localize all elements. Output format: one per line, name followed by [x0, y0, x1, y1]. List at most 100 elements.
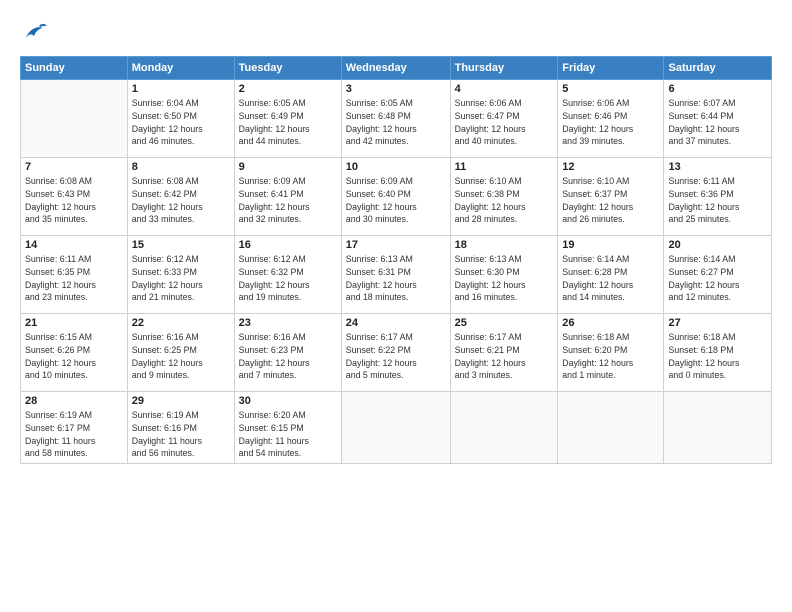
- col-header-thursday: Thursday: [450, 57, 558, 80]
- day-number: 23: [239, 317, 337, 329]
- calendar-cell: 26 Sunrise: 6:18 AM Sunset: 6:20 PM Dayli…: [558, 314, 664, 392]
- calendar-cell: 23 Sunrise: 6:16 AM Sunset: 6:23 PM Dayli…: [234, 314, 341, 392]
- calendar-cell: 20Sunrise: 6:14 AM Sunset: 6:27 PM Dayli…: [664, 236, 772, 314]
- col-header-sunday: Sunday: [21, 57, 128, 80]
- calendar-cell: 17Sunrise: 6:13 AM Sunset: 6:31 PM Dayli…: [341, 236, 450, 314]
- calendar-cell: 9 Sunrise: 6:09 AM Sunset: 6:41 PM Daylig…: [234, 158, 341, 236]
- day-info: Sunrise: 6:18 AM Sunset: 6:20 PM Dayligh…: [562, 331, 659, 382]
- calendar-cell: 15 Sunrise: 6:12 AM Sunset: 6:33 PM Dayli…: [127, 236, 234, 314]
- day-info: Sunrise: 6:05 AM Sunset: 6:49 PM Dayligh…: [239, 97, 337, 148]
- calendar-cell: 8Sunrise: 6:08 AM Sunset: 6:42 PM Daylig…: [127, 158, 234, 236]
- calendar-cell: 27 Sunrise: 6:18 AM Sunset: 6:18 PM Dayli…: [664, 314, 772, 392]
- day-number: 4: [455, 83, 554, 95]
- day-info: Sunrise: 6:06 AM Sunset: 6:47 PM Dayligh…: [455, 97, 554, 148]
- day-info: Sunrise: 6:13 AM Sunset: 6:30 PM Dayligh…: [455, 253, 554, 304]
- day-number: 21: [25, 317, 123, 329]
- day-info: Sunrise: 6:15 AM Sunset: 6:26 PM Dayligh…: [25, 331, 123, 382]
- calendar-week-row: 14 Sunrise: 6:11 AM Sunset: 6:35 PM Dayli…: [21, 236, 772, 314]
- day-number: 15: [132, 239, 230, 251]
- day-info: Sunrise: 6:11 AM Sunset: 6:35 PM Dayligh…: [25, 253, 123, 304]
- day-info: Sunrise: 6:10 AM Sunset: 6:38 PM Dayligh…: [455, 175, 554, 226]
- day-number: 12: [562, 161, 659, 173]
- day-info: Sunrise: 6:17 AM Sunset: 6:22 PM Dayligh…: [346, 331, 446, 382]
- day-number: 22: [132, 317, 230, 329]
- day-number: 14: [25, 239, 123, 251]
- calendar-cell: 7 Sunrise: 6:08 AM Sunset: 6:43 PM Daylig…: [21, 158, 128, 236]
- day-number: 19: [562, 239, 659, 251]
- calendar-cell: [558, 392, 664, 464]
- calendar-cell: 3 Sunrise: 6:05 AM Sunset: 6:48 PM Daylig…: [341, 80, 450, 158]
- calendar-week-row: 7 Sunrise: 6:08 AM Sunset: 6:43 PM Daylig…: [21, 158, 772, 236]
- day-info: Sunrise: 6:16 AM Sunset: 6:23 PM Dayligh…: [239, 331, 337, 382]
- calendar-cell: 21 Sunrise: 6:15 AM Sunset: 6:26 PM Dayli…: [21, 314, 128, 392]
- day-info: Sunrise: 6:08 AM Sunset: 6:42 PM Dayligh…: [132, 175, 230, 226]
- calendar-cell: 5 Sunrise: 6:06 AM Sunset: 6:46 PM Daylig…: [558, 80, 664, 158]
- calendar-cell: 2 Sunrise: 6:05 AM Sunset: 6:49 PM Daylig…: [234, 80, 341, 158]
- day-number: 13: [668, 161, 767, 173]
- calendar-cell: [341, 392, 450, 464]
- day-number: 30: [239, 395, 337, 407]
- calendar-cell: 13 Sunrise: 6:11 AM Sunset: 6:36 PM Dayli…: [664, 158, 772, 236]
- day-info: Sunrise: 6:18 AM Sunset: 6:18 PM Dayligh…: [668, 331, 767, 382]
- day-number: 27: [668, 317, 767, 329]
- calendar-cell: 11 Sunrise: 6:10 AM Sunset: 6:38 PM Dayli…: [450, 158, 558, 236]
- day-number: 26: [562, 317, 659, 329]
- calendar-cell: 12 Sunrise: 6:10 AM Sunset: 6:37 PM Dayli…: [558, 158, 664, 236]
- day-info: Sunrise: 6:04 AM Sunset: 6:50 PM Dayligh…: [132, 97, 230, 148]
- calendar-cell: 14 Sunrise: 6:11 AM Sunset: 6:35 PM Dayli…: [21, 236, 128, 314]
- calendar-cell: 30 Sunrise: 6:20 AM Sunset: 6:15 PM Dayli…: [234, 392, 341, 464]
- calendar-cell: 16 Sunrise: 6:12 AM Sunset: 6:32 PM Dayli…: [234, 236, 341, 314]
- day-info: Sunrise: 6:16 AM Sunset: 6:25 PM Dayligh…: [132, 331, 230, 382]
- calendar-header-row: SundayMondayTuesdayWednesdayThursdayFrid…: [21, 57, 772, 80]
- col-header-tuesday: Tuesday: [234, 57, 341, 80]
- day-info: Sunrise: 6:12 AM Sunset: 6:33 PM Dayligh…: [132, 253, 230, 304]
- day-number: 29: [132, 395, 230, 407]
- calendar-cell: 25 Sunrise: 6:17 AM Sunset: 6:21 PM Dayli…: [450, 314, 558, 392]
- calendar-cell: 29 Sunrise: 6:19 AM Sunset: 6:16 PM Dayli…: [127, 392, 234, 464]
- calendar-cell: 22 Sunrise: 6:16 AM Sunset: 6:25 PM Dayli…: [127, 314, 234, 392]
- calendar-table: SundayMondayTuesdayWednesdayThursdayFrid…: [20, 56, 772, 464]
- day-info: Sunrise: 6:17 AM Sunset: 6:21 PM Dayligh…: [455, 331, 554, 382]
- calendar-cell: 24 Sunrise: 6:17 AM Sunset: 6:22 PM Dayli…: [341, 314, 450, 392]
- day-info: Sunrise: 6:11 AM Sunset: 6:36 PM Dayligh…: [668, 175, 767, 226]
- day-number: 24: [346, 317, 446, 329]
- day-info: Sunrise: 6:12 AM Sunset: 6:32 PM Dayligh…: [239, 253, 337, 304]
- calendar-cell: 1Sunrise: 6:04 AM Sunset: 6:50 PM Daylig…: [127, 80, 234, 158]
- calendar-cell: 10Sunrise: 6:09 AM Sunset: 6:40 PM Dayli…: [341, 158, 450, 236]
- day-number: 6: [668, 83, 767, 95]
- page-header: [20, 18, 772, 46]
- day-number: 16: [239, 239, 337, 251]
- day-info: Sunrise: 6:07 AM Sunset: 6:44 PM Dayligh…: [668, 97, 767, 148]
- logo-bird-icon: [20, 18, 48, 46]
- calendar-cell: [664, 392, 772, 464]
- col-header-wednesday: Wednesday: [341, 57, 450, 80]
- day-info: Sunrise: 6:20 AM Sunset: 6:15 PM Dayligh…: [239, 409, 337, 460]
- day-number: 5: [562, 83, 659, 95]
- col-header-monday: Monday: [127, 57, 234, 80]
- day-info: Sunrise: 6:10 AM Sunset: 6:37 PM Dayligh…: [562, 175, 659, 226]
- day-number: 25: [455, 317, 554, 329]
- day-info: Sunrise: 6:14 AM Sunset: 6:28 PM Dayligh…: [562, 253, 659, 304]
- day-info: Sunrise: 6:19 AM Sunset: 6:17 PM Dayligh…: [25, 409, 123, 460]
- day-info: Sunrise: 6:05 AM Sunset: 6:48 PM Dayligh…: [346, 97, 446, 148]
- day-number: 2: [239, 83, 337, 95]
- day-number: 7: [25, 161, 123, 173]
- calendar-week-row: 28Sunrise: 6:19 AM Sunset: 6:17 PM Dayli…: [21, 392, 772, 464]
- day-info: Sunrise: 6:09 AM Sunset: 6:41 PM Dayligh…: [239, 175, 337, 226]
- day-number: 11: [455, 161, 554, 173]
- calendar-week-row: 21 Sunrise: 6:15 AM Sunset: 6:26 PM Dayli…: [21, 314, 772, 392]
- day-info: Sunrise: 6:08 AM Sunset: 6:43 PM Dayligh…: [25, 175, 123, 226]
- calendar-cell: [450, 392, 558, 464]
- day-number: 20: [668, 239, 767, 251]
- day-number: 9: [239, 161, 337, 173]
- calendar-cell: [21, 80, 128, 158]
- calendar-week-row: 1Sunrise: 6:04 AM Sunset: 6:50 PM Daylig…: [21, 80, 772, 158]
- col-header-friday: Friday: [558, 57, 664, 80]
- calendar-cell: 19 Sunrise: 6:14 AM Sunset: 6:28 PM Dayli…: [558, 236, 664, 314]
- day-info: Sunrise: 6:13 AM Sunset: 6:31 PM Dayligh…: [346, 253, 446, 304]
- day-number: 10: [346, 161, 446, 173]
- col-header-saturday: Saturday: [664, 57, 772, 80]
- day-info: Sunrise: 6:06 AM Sunset: 6:46 PM Dayligh…: [562, 97, 659, 148]
- day-info: Sunrise: 6:19 AM Sunset: 6:16 PM Dayligh…: [132, 409, 230, 460]
- day-number: 3: [346, 83, 446, 95]
